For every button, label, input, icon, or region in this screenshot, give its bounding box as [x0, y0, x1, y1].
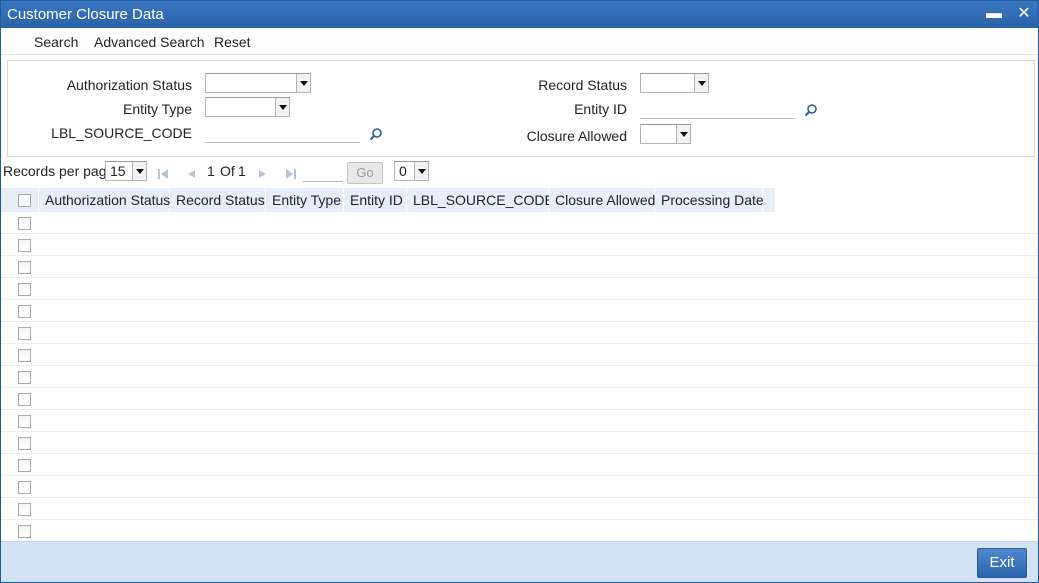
authorization-status-label: Authorization Status — [66, 77, 192, 93]
row-checkbox[interactable] — [18, 503, 31, 516]
record-status-select[interactable] — [640, 73, 709, 93]
exit-button[interactable]: Exit — [977, 548, 1027, 578]
table-row[interactable] — [1, 454, 1038, 476]
table-row[interactable] — [1, 300, 1038, 322]
records-per-page-select[interactable]: 15 — [105, 161, 147, 181]
window-title: Customer Closure Data — [7, 6, 164, 23]
source-code-label: LBL_SOURCE_CODE — [51, 125, 192, 141]
row-checkbox[interactable] — [18, 437, 31, 450]
table-row[interactable] — [1, 410, 1038, 432]
table-row[interactable] — [1, 432, 1038, 454]
table-row[interactable] — [1, 256, 1038, 278]
closure-allowed-select[interactable] — [640, 124, 691, 144]
chevron-down-icon — [275, 98, 289, 116]
records-per-page-label: Records per page — [3, 163, 115, 179]
source-code-input[interactable] — [205, 123, 360, 143]
chevron-down-icon — [694, 74, 708, 92]
column-header[interactable]: Entity ID — [344, 188, 407, 212]
row-checkbox[interactable] — [18, 371, 31, 384]
column-header[interactable]: Processing Date — [655, 188, 764, 212]
minimize-icon[interactable]: ▬ — [985, 5, 1003, 23]
header-filler — [763, 188, 776, 212]
row-checkbox[interactable] — [18, 305, 31, 318]
column-header[interactable]: Closure Allowed — [549, 188, 655, 212]
column-header[interactable]: Authorization Status — [39, 188, 170, 212]
last-page-icon[interactable] — [285, 168, 297, 180]
row-checkbox[interactable] — [18, 239, 31, 252]
table-row[interactable] — [1, 520, 1038, 542]
entity-type-select[interactable] — [205, 97, 290, 117]
goto-page-input[interactable] — [303, 162, 343, 182]
table-row[interactable] — [1, 322, 1038, 344]
title-bar: Customer Closure Data ▬ ✕ — [1, 1, 1038, 28]
column-header[interactable]: Record Status — [170, 188, 266, 212]
row-checkbox[interactable] — [18, 349, 31, 362]
close-icon[interactable]: ✕ — [1015, 5, 1033, 23]
reset-button[interactable]: Reset — [214, 34, 251, 50]
grid-header: Authorization Status Record Status Entit… — [1, 188, 1038, 212]
search-button[interactable]: Search — [34, 34, 78, 50]
row-checkbox[interactable] — [18, 283, 31, 296]
table-row[interactable] — [1, 476, 1038, 498]
row-checkbox[interactable] — [18, 327, 31, 340]
pagination-bar: Records per page 15 1 Of 1 Go 0 — [1, 159, 1038, 187]
table-row[interactable] — [1, 278, 1038, 300]
chevron-down-icon — [132, 162, 146, 180]
column-header[interactable]: Entity Type — [266, 188, 344, 212]
chevron-down-icon — [676, 125, 690, 143]
total-pages-number: 1 — [238, 163, 246, 179]
of-label: Of — [220, 163, 235, 179]
customer-closure-window: Customer Closure Data ▬ ✕ Search Advance… — [0, 0, 1039, 583]
chevron-down-icon — [296, 74, 310, 92]
select-all-checkbox[interactable] — [18, 194, 31, 207]
advanced-search-button[interactable]: Advanced Search — [94, 34, 205, 50]
table-row[interactable] — [1, 234, 1038, 256]
row-checkbox[interactable] — [18, 217, 31, 230]
closure-allowed-label: Closure Allowed — [526, 128, 627, 144]
row-checkbox[interactable] — [18, 415, 31, 428]
row-checkbox[interactable] — [18, 261, 31, 274]
toolbar: Search Advanced Search Reset — [1, 28, 1038, 55]
record-status-label: Record Status — [538, 77, 627, 93]
results-grid: Authorization Status Record Status Entit… — [1, 188, 1038, 542]
previous-page-icon[interactable] — [185, 168, 197, 180]
authorization-status-select[interactable] — [205, 73, 311, 93]
next-page-icon[interactable] — [257, 168, 269, 180]
entity-type-label: Entity Type — [122, 101, 192, 117]
magnifier-icon[interactable] — [369, 127, 383, 141]
go-button[interactable]: Go — [347, 162, 383, 184]
footer-bar: Exit — [1, 541, 1038, 582]
table-row[interactable] — [1, 344, 1038, 366]
row-checkbox[interactable] — [18, 481, 31, 494]
first-page-icon[interactable] — [157, 168, 169, 180]
row-checkbox[interactable] — [18, 393, 31, 406]
entity-id-input[interactable] — [640, 99, 795, 119]
page-jump-select[interactable]: 0 — [394, 161, 429, 181]
table-row[interactable] — [1, 388, 1038, 410]
search-criteria-panel: Authorization Status Entity Type LBL_SOU… — [7, 60, 1035, 157]
table-row[interactable] — [1, 212, 1038, 234]
select-all-header — [1, 188, 39, 212]
column-header[interactable]: LBL_SOURCE_CODE — [407, 188, 554, 212]
current-page-number: 1 — [207, 163, 215, 179]
entity-id-label: Entity ID — [574, 101, 627, 117]
table-row[interactable] — [1, 498, 1038, 520]
magnifier-icon[interactable] — [804, 103, 818, 117]
table-row[interactable] — [1, 366, 1038, 388]
row-checkbox[interactable] — [18, 459, 31, 472]
row-checkbox[interactable] — [18, 525, 31, 538]
chevron-down-icon — [414, 162, 428, 180]
